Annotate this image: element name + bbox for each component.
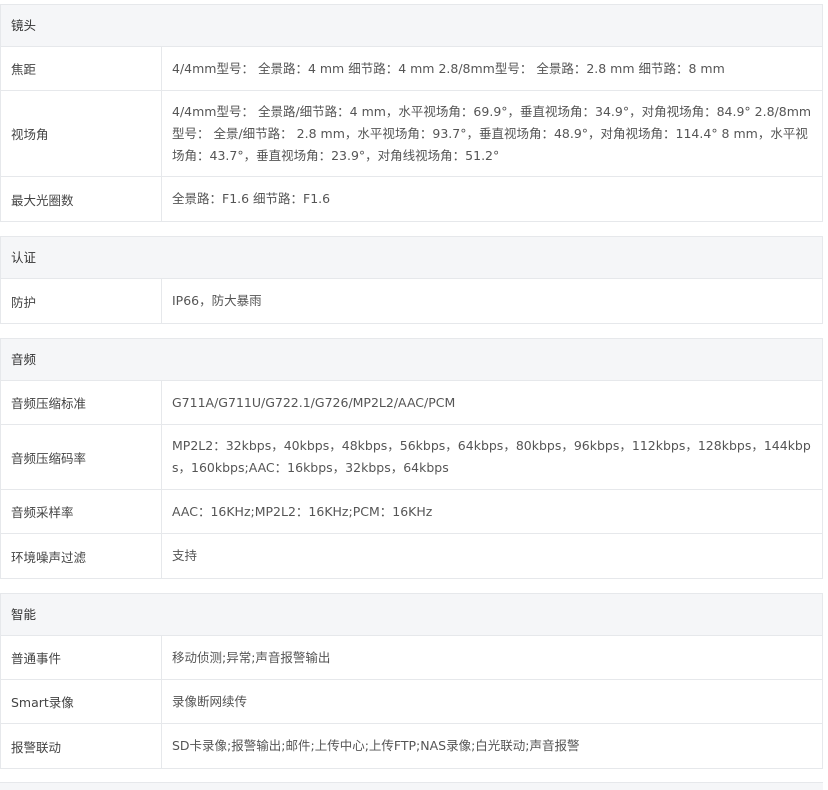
table-row: 音频采样率 AAC：16KHz;MP2L2：16KHz;PCM：16KHz bbox=[1, 490, 822, 534]
section-lens: 镜头 焦距 4/4mm型号： 全景路：4 mm 细节路：4 mm 2.8/8mm… bbox=[0, 4, 823, 222]
row-value: 全景路：F1.6 细节路：F1.6 bbox=[172, 191, 331, 206]
row-label: 视场角 bbox=[1, 91, 162, 176]
section-smart: 智能 普通事件 移动侦测;异常;声音报警输出 Smart录像 录像断网续传 报警… bbox=[0, 593, 823, 769]
row-label: 防护 bbox=[1, 279, 162, 323]
row-label: 普通事件 bbox=[1, 636, 162, 679]
section-title: 智能 bbox=[1, 594, 822, 636]
row-label: 音频采样率 bbox=[1, 490, 162, 533]
row-value: SD卡录像;报警输出;邮件;上传中心;上传FTP;NAS录像;白光联动;声音报警 bbox=[172, 738, 580, 753]
table-row: 防护 IP66，防大暴雨 bbox=[1, 279, 822, 323]
row-label: 音频压缩标准 bbox=[1, 381, 162, 424]
section-title: 音频 bbox=[1, 339, 822, 381]
section-title: 镜头 bbox=[1, 5, 822, 47]
row-value: AAC：16KHz;MP2L2：16KHz;PCM：16KHz bbox=[172, 503, 433, 519]
row-value: G711A/G711U/G722.1/G726/MP2L2/AAC/PCM bbox=[172, 394, 456, 410]
row-label: 焦距 bbox=[1, 47, 162, 90]
table-row: 音频压缩码率 MP2L2：32kbps，40kbps，48kbps，56kbps… bbox=[1, 425, 822, 490]
row-label: 环境噪声过滤 bbox=[1, 534, 162, 578]
table-row: Smart录像 录像断网续传 bbox=[1, 680, 822, 724]
section-certification: 认证 防护 IP66，防大暴雨 bbox=[0, 236, 823, 324]
table-row: 视场角 4/4mm型号： 全景路/细节路：4 mm，水平视场角：69.9°，垂直… bbox=[1, 91, 822, 177]
row-value: IP66，防大暴雨 bbox=[172, 293, 262, 308]
table-row: 音频压缩标准 G711A/G711U/G722.1/G726/MP2L2/AAC… bbox=[1, 381, 822, 425]
row-value: 移动侦测;异常;声音报警输出 bbox=[172, 649, 331, 665]
table-row: 焦距 4/4mm型号： 全景路：4 mm 细节路：4 mm 2.8/8mm型号：… bbox=[1, 47, 822, 91]
row-value: 录像断网续传 bbox=[172, 693, 248, 709]
row-value: MP2L2：32kbps，40kbps，48kbps，56kbps，64kbps… bbox=[172, 438, 811, 475]
row-label: 报警联动 bbox=[1, 724, 162, 768]
row-value: 4/4mm型号： 全景路/细节路：4 mm，水平视场角：69.9°，垂直视场角：… bbox=[172, 103, 812, 163]
table-row: 报警联动 SD卡录像;报警输出;邮件;上传中心;上传FTP;NAS录像;白光联动… bbox=[1, 724, 822, 768]
table-row: 最大光圈数 全景路：F1.6 细节路：F1.6 bbox=[1, 177, 822, 221]
row-value: 4/4mm型号： 全景路：4 mm 细节路：4 mm 2.8/8mm型号： 全景… bbox=[172, 60, 725, 76]
row-value: 支持 bbox=[172, 548, 198, 563]
next-section-edge bbox=[0, 782, 823, 790]
section-audio: 音频 音频压缩标准 G711A/G711U/G722.1/G726/MP2L2/… bbox=[0, 338, 823, 579]
row-label: 音频压缩码率 bbox=[1, 425, 162, 489]
table-row: 环境噪声过滤 支持 bbox=[1, 534, 822, 578]
row-label: 最大光圈数 bbox=[1, 177, 162, 221]
table-row: 普通事件 移动侦测;异常;声音报警输出 bbox=[1, 636, 822, 680]
section-title: 认证 bbox=[1, 237, 822, 279]
row-label: Smart录像 bbox=[1, 680, 162, 723]
